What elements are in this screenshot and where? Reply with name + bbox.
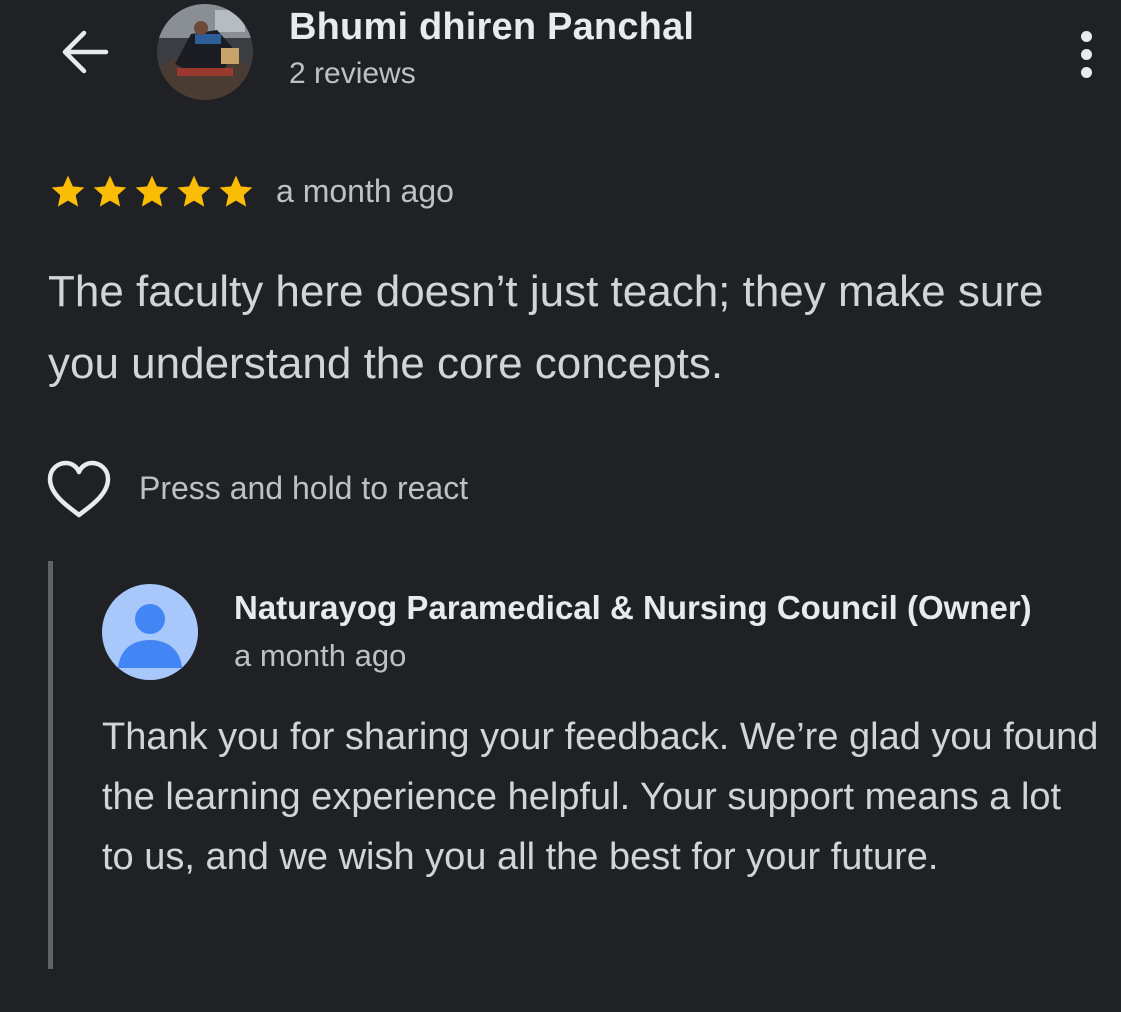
review-date: a month ago [276,173,454,209]
star-icon [135,175,169,207]
reply-divider-bar [48,561,53,969]
star-icon [177,175,211,207]
reviewer-name[interactable]: Bhumi dhiren Panchal [289,6,694,49]
reviewer-review-count: 2 reviews [289,57,416,90]
more-vert-icon [1080,30,1092,42]
reviewer-avatar[interactable] [157,4,253,100]
more-options-button[interactable] [1062,22,1110,86]
star-icon [219,175,253,207]
default-person-icon [118,604,182,668]
heart-outline-icon [47,460,111,518]
arrow-back-icon [62,30,109,74]
react-button[interactable] [44,458,114,522]
avatar-photo [157,4,253,100]
review-text: The faculty here doesn’t just teach; the… [48,267,1044,388]
owner-reply-date: a month ago [234,638,407,673]
star-icon [51,175,85,207]
owner-reply-text: Thank you for sharing your feedback. We’… [102,716,1099,878]
star-icon [93,175,127,207]
star-rating [47,172,257,212]
owner-avatar [102,584,198,680]
back-button[interactable] [52,22,116,82]
owner-name: Naturayog Paramedical & Nursing Council … [234,589,1032,626]
react-hint-label: Press and hold to react [139,470,469,506]
